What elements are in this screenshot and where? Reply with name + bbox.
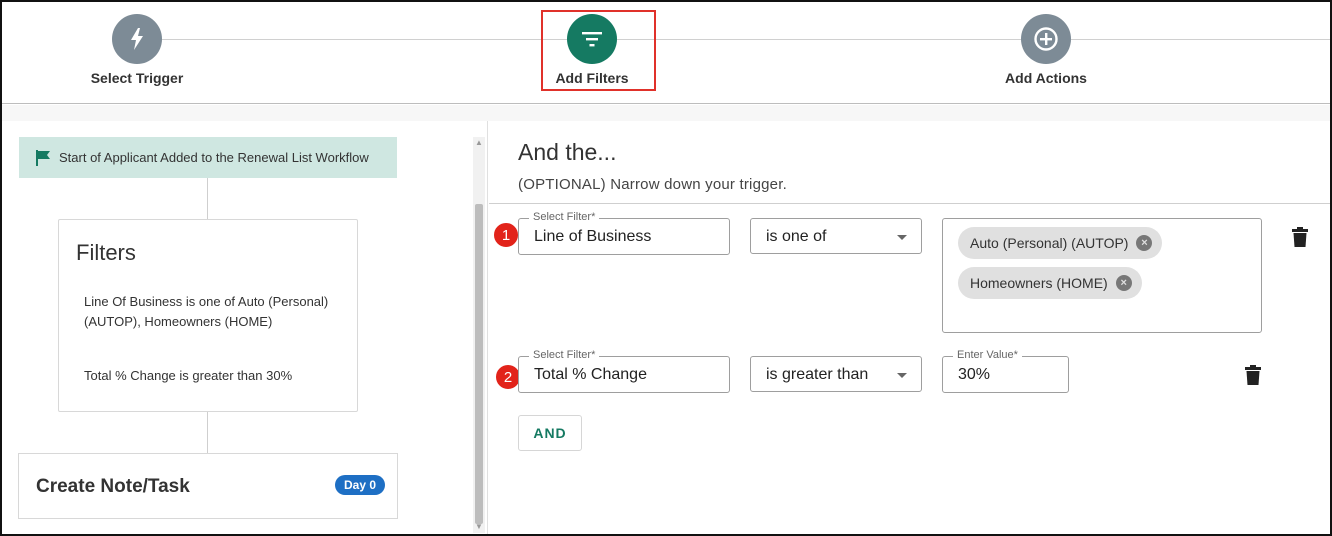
value-multiselect[interactable]: Auto (Personal) (AUTOP) × Homeowners (HO… (942, 218, 1262, 333)
workflow-pane: Start of Applicant Added to the Renewal … (2, 121, 488, 534)
delete-icon[interactable] (1245, 365, 1261, 385)
value-input[interactable]: Enter Value* 30% (942, 349, 1069, 393)
delete-icon[interactable] (1292, 227, 1308, 247)
scrollbar-thumb[interactable] (475, 204, 483, 524)
scroll-up-icon[interactable]: ▲ (473, 137, 485, 149)
step-label: Select Trigger (90, 70, 184, 86)
value-chip[interactable]: Auto (Personal) (AUTOP) × (958, 227, 1163, 259)
filters-card-title: Filters (76, 240, 136, 265)
field-label: Select Filter* (529, 211, 600, 223)
scroll-down-icon[interactable]: ▼ (473, 521, 485, 533)
workflow-stepper: Select Trigger Add Filters Add Actions (2, 2, 1330, 104)
day-badge: Day 0 (335, 475, 386, 495)
section-divider (489, 203, 1330, 204)
filter-editor: And the... (OPTIONAL) Narrow down your t… (489, 121, 1330, 534)
and-button[interactable]: AND (518, 415, 582, 451)
filters-card-description: Line Of Business is one of Auto (Persona… (84, 294, 329, 329)
flag-icon (35, 149, 51, 166)
app-frame: Select Trigger Add Filters Add Actions S… (0, 0, 1332, 536)
filters-card-description-2: Total % Change is greater than 30% (84, 368, 293, 383)
header-gap (2, 105, 1330, 121)
chip-label: Homeowners (HOME) (970, 275, 1108, 291)
create-task-card[interactable]: Create Note/Task Day 0 (18, 453, 398, 519)
scrollbar[interactable]: ▲ ▼ (473, 137, 485, 533)
dropdown-caret-icon (897, 235, 907, 240)
plus-circle-icon (1021, 14, 1071, 64)
operator-select[interactable]: is greater than (750, 356, 922, 392)
workflow-connector (207, 178, 208, 219)
step-select-trigger[interactable]: Select Trigger (37, 14, 237, 86)
trigger-text: Start of Applicant Added to the Renewal … (59, 150, 369, 165)
lightning-icon (112, 14, 162, 64)
workflow-connector (207, 412, 208, 453)
task-card-title: Create Note/Task (36, 476, 190, 497)
chip-remove-icon[interactable]: × (1136, 235, 1153, 251)
filter-subheading: (OPTIONAL) Narrow down your trigger. (518, 176, 787, 193)
step-add-actions[interactable]: Add Actions (946, 14, 1146, 86)
filters-card[interactable]: Filters Line Of Business is one of Auto … (58, 219, 358, 412)
field-label: Select Filter* (529, 349, 600, 361)
chip-remove-icon[interactable]: × (1115, 275, 1132, 291)
dropdown-caret-icon (897, 373, 907, 378)
select-filter-field[interactable]: Select Filter* Line of Business (518, 211, 730, 255)
value-chip[interactable]: Homeowners (HOME) × (958, 267, 1142, 299)
filter-heading: And the... (518, 139, 617, 165)
operator-value: is greater than (766, 366, 869, 383)
field-value: 30% (958, 366, 991, 383)
field-value: Total % Change (534, 366, 647, 383)
step-label: Add Actions (1005, 70, 1087, 86)
operator-value: is one of (766, 228, 827, 245)
active-step-highlight (541, 10, 656, 91)
field-value: Line of Business (534, 228, 652, 245)
field-label: Enter Value* (953, 349, 1022, 361)
trigger-card[interactable]: Start of Applicant Added to the Renewal … (19, 137, 397, 178)
chip-label: Auto (Personal) (AUTOP) (970, 235, 1129, 251)
select-filter-field[interactable]: Select Filter* Total % Change (518, 349, 730, 393)
row-number-marker: 1 (493, 222, 519, 248)
operator-select[interactable]: is one of (750, 218, 922, 254)
